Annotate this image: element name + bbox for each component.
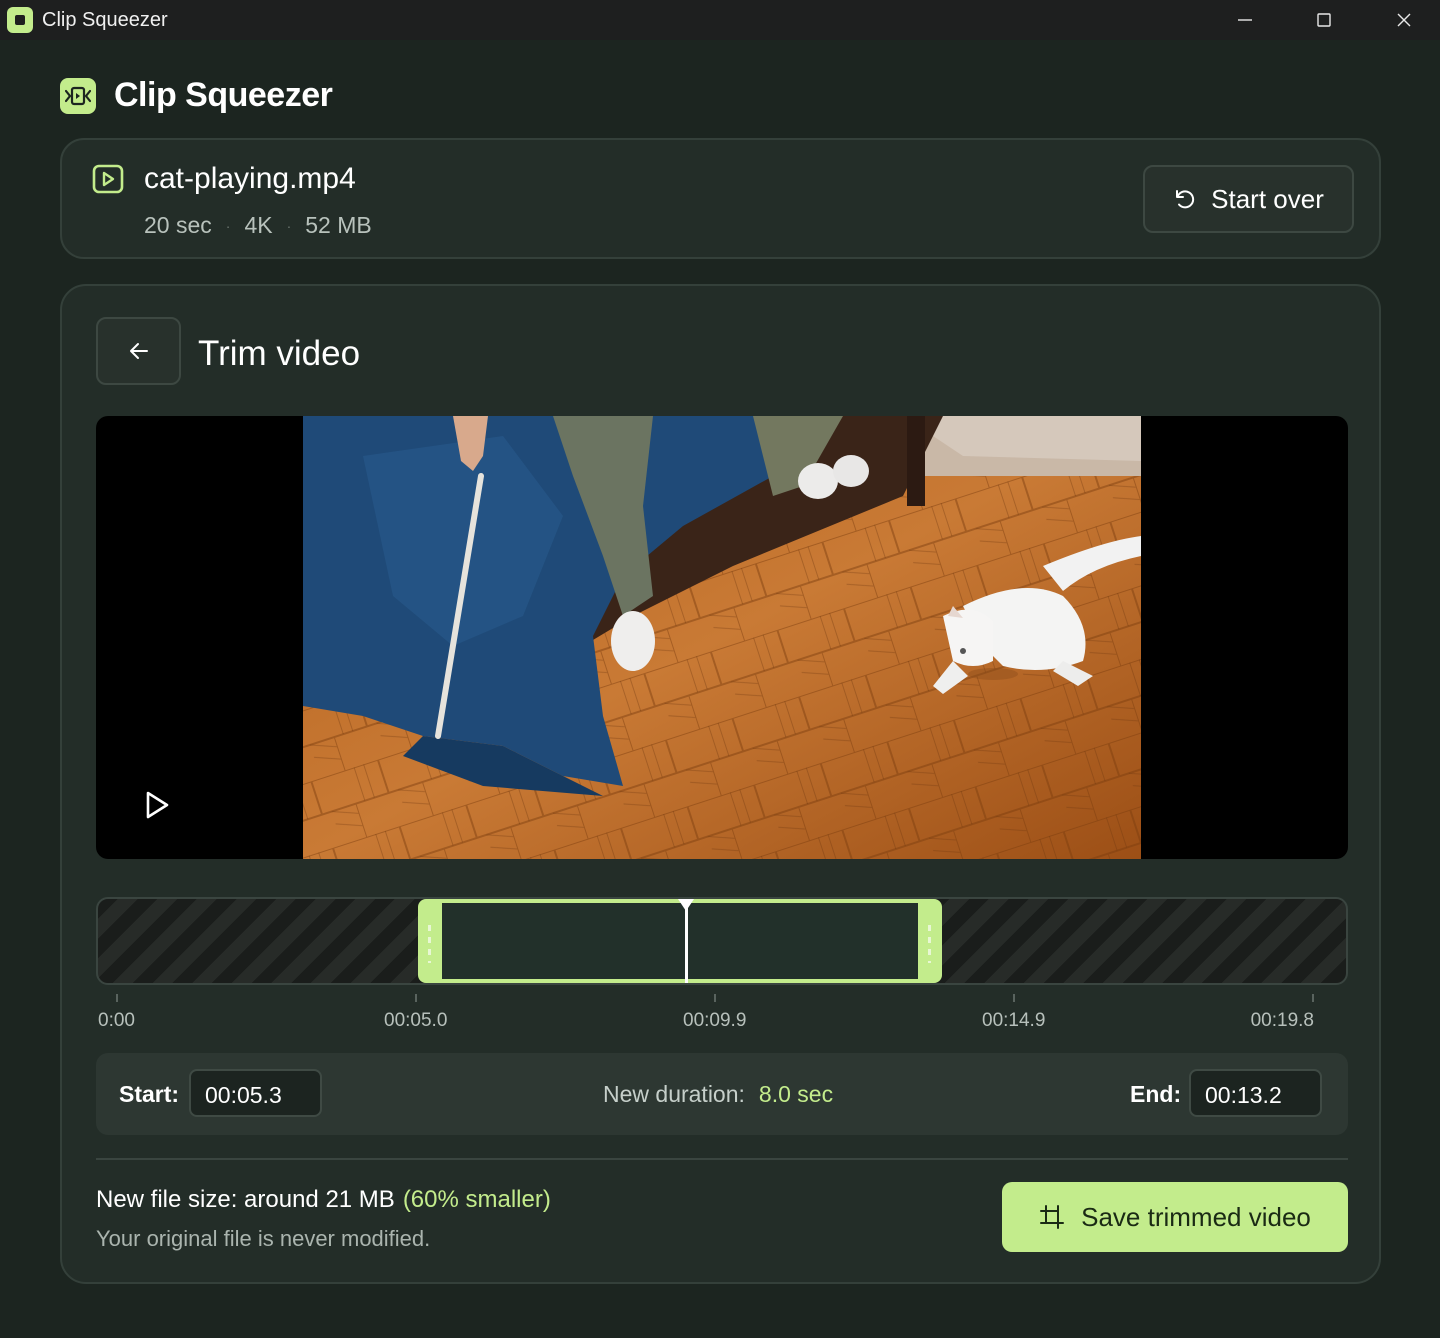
file-duration: 20 sec [144,212,212,238]
start-time-input[interactable]: 00:05.3 [189,1069,322,1117]
end-handle[interactable] [918,899,943,983]
start-handle[interactable] [418,899,443,983]
original-note: Your original file is never modified. [96,1226,431,1251]
close-button[interactable] [1364,0,1440,40]
save-trimmed-video-button[interactable]: Save trimmed video [1002,1182,1348,1252]
playhead[interactable] [677,899,694,983]
back-button[interactable] [96,317,181,385]
maximize-button[interactable] [1284,0,1364,40]
divider [96,1158,1348,1160]
file-size: 52 MB [305,212,372,238]
video-frame [303,416,1141,859]
file-name: cat-playing.mp4 [144,162,356,195]
clip-logo-icon [60,77,96,114]
meta-separator: · [225,217,231,234]
size-text: New file size: around 21 MB [96,1186,395,1213]
app-icon [7,7,33,33]
start-over-label: Start over [1211,183,1324,214]
trim-title: Trim video [198,334,361,373]
maximize-icon [1317,13,1331,27]
new-duration: New duration: 8.0 sec [603,1081,833,1108]
selected-range[interactable] [442,899,919,983]
play-icon[interactable] [142,790,172,820]
file-resolution: 4K [244,212,273,238]
tick-label: 00:05.0 [384,1010,448,1031]
duration-label: New duration: [603,1081,745,1107]
end-label: End: [1130,1081,1182,1107]
size-reduction: (60% smaller) [402,1186,551,1213]
close-icon [1397,13,1411,27]
trim-card: Trim video 0:00 00:05.0 00:09.9 00:14.9 … [60,284,1381,1284]
video-file-icon [92,164,124,194]
save-label: Save trimmed video [1081,1201,1311,1232]
minimize-icon [1238,19,1252,21]
video-player[interactable] [96,416,1348,859]
tick-label: 00:19.8 [1250,1010,1314,1031]
end-time-input[interactable]: 00:13.2 [1189,1069,1322,1117]
start-label: Start: [119,1081,180,1107]
file-meta: 20 sec · 4K · 52 MB [144,212,372,239]
arrow-left-icon [129,343,148,359]
trim-timeline[interactable] [96,897,1348,985]
new-file-size: New file size: around 21 MB (60% smaller) [96,1186,551,1214]
start-over-button[interactable]: Start over [1143,165,1354,233]
tick-label: 0:00 [98,1010,135,1031]
app-header: Clip Squeezer [60,76,333,115]
minimize-button[interactable] [1205,0,1285,40]
window-titlebar: Clip Squeezer [0,0,1440,40]
crop-icon [1040,1205,1065,1229]
meta-separator: · [286,217,292,234]
window-title: Clip Squeezer [42,9,168,31]
restart-icon [1176,190,1195,209]
file-info-card: cat-playing.mp4 20 sec · 4K · 52 MB Star… [60,138,1381,259]
tick-label: 00:09.9 [683,1010,747,1031]
timeline-ticks: 0:00 00:05.0 00:09.9 00:14.9 00:19.8 [96,994,1348,1034]
duration-value: 8.0 sec [758,1081,834,1107]
app-title: Clip Squeezer [114,76,333,114]
tick-label: 00:14.9 [982,1010,1046,1031]
range-controls: Start: 00:05.3 New duration: 8.0 sec End:… [96,1053,1348,1135]
